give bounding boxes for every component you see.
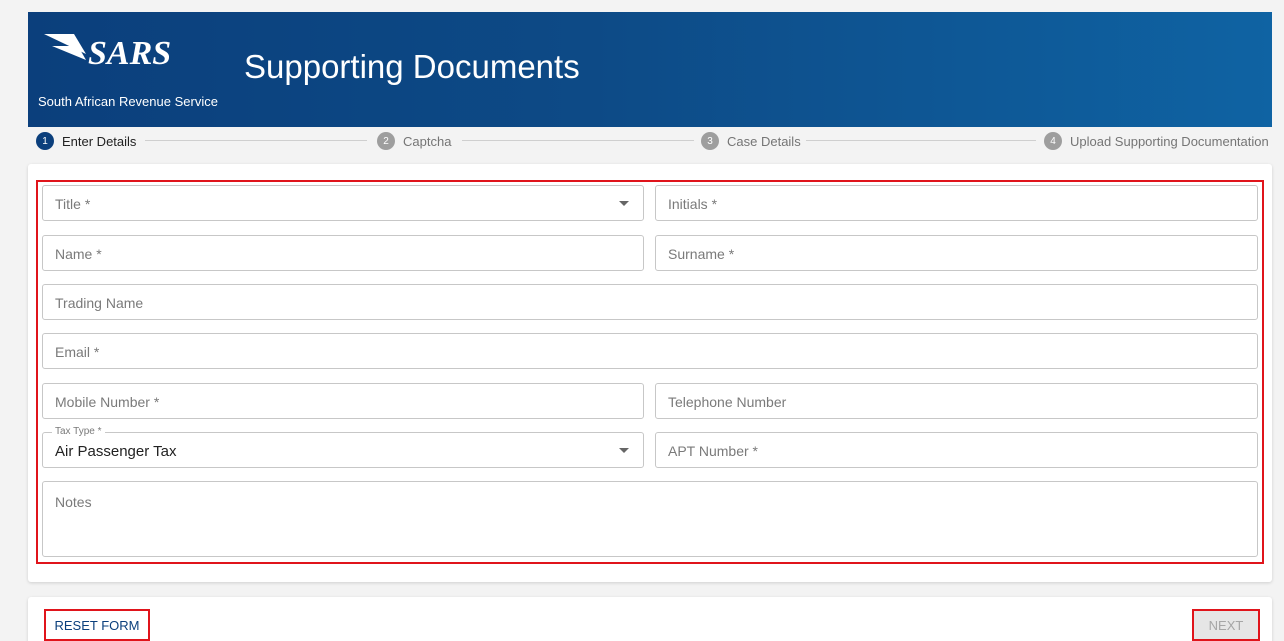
apt-number-input[interactable]: APT Number * [655, 432, 1258, 468]
sars-logo[interactable]: SARS South African Revenue Service [38, 30, 238, 120]
brand-text: SARS [88, 35, 171, 72]
mobile-number-input[interactable]: Mobile Number * [42, 383, 644, 419]
step-captcha[interactable]: 2 Captcha [377, 131, 451, 151]
surname-placeholder: Surname * [668, 246, 735, 262]
next-button[interactable]: NEXT [1192, 609, 1260, 641]
telephone-number-input[interactable]: Telephone Number [655, 383, 1258, 419]
trading-name-input[interactable]: Trading Name [42, 284, 1258, 320]
step-label-upload-documentation: Upload Supporting Documentation [1070, 133, 1269, 149]
step-number-4: 4 [1044, 132, 1062, 150]
notes-placeholder: Notes [55, 494, 92, 510]
sars-logo-icon: SARS [44, 34, 171, 72]
app-header: SARS South African Revenue Service Suppo… [28, 12, 1272, 127]
title-select[interactable]: Title * [42, 185, 644, 221]
title-placeholder: Title * [55, 196, 91, 212]
step-label-enter-details: Enter Details [62, 133, 137, 149]
step-connector [462, 140, 694, 141]
step-number-2: 2 [377, 132, 395, 150]
surname-input[interactable]: Surname * [655, 235, 1258, 271]
form-actions-bar: RESET FORM NEXT [28, 597, 1272, 641]
tax-type-label: Tax Type * [52, 426, 105, 437]
apt-number-placeholder: APT Number * [668, 443, 758, 459]
step-connector [806, 140, 1036, 141]
step-upload-documentation[interactable]: 4 Upload Supporting Documentation [1044, 131, 1269, 151]
initials-input[interactable]: Initials * [655, 185, 1258, 221]
trading-name-placeholder: Trading Name [55, 295, 144, 311]
email-placeholder: Email * [55, 344, 100, 360]
step-case-details[interactable]: 3 Case Details [701, 131, 801, 151]
step-label-case-details: Case Details [727, 133, 801, 149]
step-number-3: 3 [701, 132, 719, 150]
stepper: 1 Enter Details 2 Captcha 3 Case Details… [28, 127, 1272, 155]
step-enter-details[interactable]: 1 Enter Details [36, 131, 136, 151]
details-form-card: Title * Initials * Name * Surname * Trad… [28, 164, 1272, 582]
dropdown-caret-icon [619, 448, 629, 453]
reset-form-button[interactable]: RESET FORM [44, 609, 150, 641]
step-label-captcha: Captcha [403, 133, 452, 149]
brand-subtitle: South African Revenue Service [38, 94, 218, 109]
step-number-1: 1 [36, 132, 54, 150]
mobile-number-placeholder: Mobile Number * [55, 394, 160, 410]
name-placeholder: Name * [55, 246, 102, 262]
notes-textarea[interactable]: Notes [42, 481, 1258, 557]
step-connector [145, 140, 367, 141]
email-input[interactable]: Email * [42, 333, 1258, 369]
dropdown-caret-icon [619, 201, 629, 206]
page-title: Supporting Documents [244, 48, 580, 85]
telephone-number-placeholder: Telephone Number [668, 394, 787, 410]
tax-type-value: Air Passenger Tax [55, 443, 177, 460]
initials-placeholder: Initials * [668, 196, 718, 212]
name-input[interactable]: Name * [42, 235, 644, 271]
tax-type-select[interactable]: Tax Type * Air Passenger Tax [42, 426, 644, 468]
